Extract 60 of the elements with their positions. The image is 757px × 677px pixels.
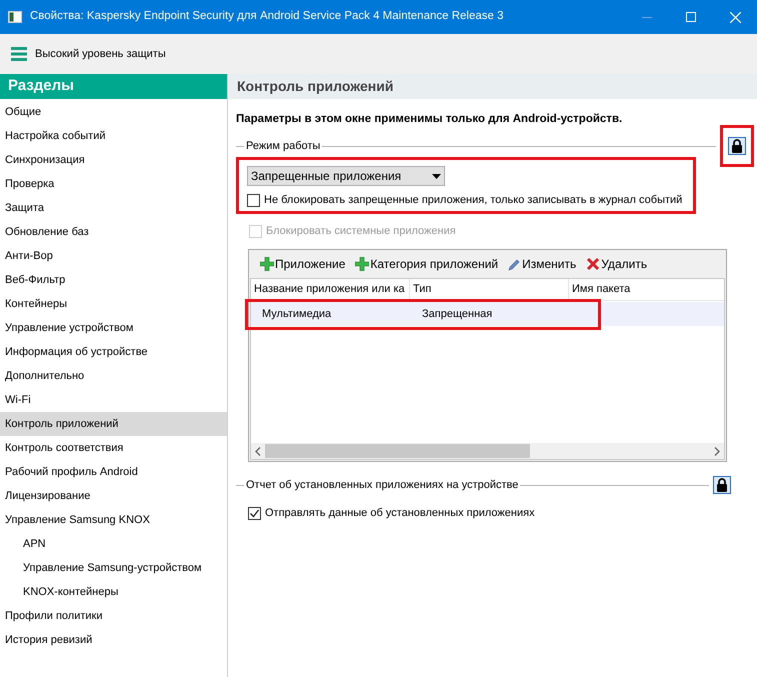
sidebar-item[interactable]: Защита [0, 196, 227, 220]
sidebar-item[interactable]: Дополнительно [0, 364, 227, 388]
window-icon [8, 11, 22, 23]
checkbox[interactable] [247, 194, 260, 206]
column-header[interactable]: Название приложения или ка [251, 279, 410, 300]
sidebar-item[interactable]: Контейнеры [0, 292, 227, 316]
scrollbar-thumb[interactable] [265, 444, 530, 458]
sidebar-item[interactable]: Информация об устройстве [0, 340, 227, 364]
sidebar-item[interactable]: Управление Samsung-устройством [0, 556, 227, 580]
sidebar-item[interactable]: Настройка событий [0, 124, 227, 148]
sidebar-item[interactable]: Лицензирование [0, 484, 227, 508]
column-header[interactable]: Имя пакета [569, 279, 724, 300]
toolbar-button[interactable]: Изменить [508, 255, 576, 273]
plus-icon [260, 257, 274, 271]
group-title: Отчет об установленных приложениях на устройстве [245, 478, 520, 493]
sidebar-item[interactable]: Wi-Fi [0, 388, 227, 412]
sidebar-item[interactable]: Управление устройством [0, 316, 227, 340]
group-title: Режим работы [245, 138, 322, 154]
horizontal-scrollbar[interactable] [251, 443, 724, 459]
pencil-icon [508, 258, 522, 270]
sidebar-item[interactable]: Контроль приложений [0, 412, 227, 436]
column-header[interactable]: Тип [410, 279, 569, 300]
info-note: Параметры в этом окне применимы только для Android-устройств. [236, 112, 624, 127]
protection-level-label[interactable]: Высокий уровень защиты [35, 46, 166, 62]
sidebar-item[interactable]: Синхронизация [0, 148, 227, 172]
sidebar-item[interactable]: История ревизий [0, 628, 227, 652]
scroll-left-icon[interactable] [255, 446, 261, 456]
table-row[interactable]: Мультимедиа Запрещенная [251, 302, 724, 326]
table-cell: Запрещенная [422, 308, 492, 320]
lock-button[interactable] [713, 476, 731, 494]
window-title: Свойства: Kaspersky Endpoint Security для Android Service Pack 4 Maintenance Release 3 [30, 9, 504, 24]
sidebar-title: Разделы [0, 74, 227, 99]
checkbox-label: Не блокировать запрещенные приложения, только записывать в журнал событий [264, 192, 682, 208]
sidebar-item[interactable]: Обновление баз [0, 220, 227, 244]
sidebar-item[interactable]: Управление Samsung KNOX [0, 508, 227, 532]
sidebar-item[interactable]: Веб-Фильтр [0, 268, 227, 292]
sidebar-item[interactable]: Контроль соответствия [0, 436, 227, 460]
checkbox-label: Блокировать системные приложения [266, 224, 456, 239]
table-cell: Мультимедиа [262, 308, 332, 320]
sidebar-item[interactable]: Проверка [0, 172, 227, 196]
cross-icon [586, 257, 600, 271]
lock-button[interactable] [728, 137, 746, 155]
close-icon [730, 12, 740, 22]
panel-title: Контроль приложений [228, 74, 757, 99]
checkbox[interactable] [248, 506, 261, 520]
sidebar-item[interactable]: Профили политики [0, 604, 227, 628]
toolbar-button[interactable]: Категория приложений [355, 255, 498, 273]
sidebar-item[interactable]: Общие [0, 100, 227, 124]
scroll-right-icon[interactable] [714, 446, 720, 456]
plus-icon [355, 257, 370, 271]
toolbar-button[interactable]: Приложение [260, 255, 346, 273]
menu-icon[interactable] [11, 47, 27, 61]
checkbox-label: Отправлять данные об установленных приложениях [265, 506, 535, 521]
dropdown-arrow-icon [432, 174, 441, 178]
sidebar-item[interactable]: KNOX-контейнеры [0, 580, 227, 604]
sidebar-item[interactable]: Рабочий профиль Android [0, 460, 227, 484]
toolbar-button[interactable]: Удалить [586, 255, 648, 273]
sidebar-item[interactable]: Анти-Вор [0, 244, 227, 268]
sidebar-item[interactable]: APN [0, 532, 227, 556]
mode-dropdown[interactable]: Запрещенные приложения [247, 166, 445, 186]
